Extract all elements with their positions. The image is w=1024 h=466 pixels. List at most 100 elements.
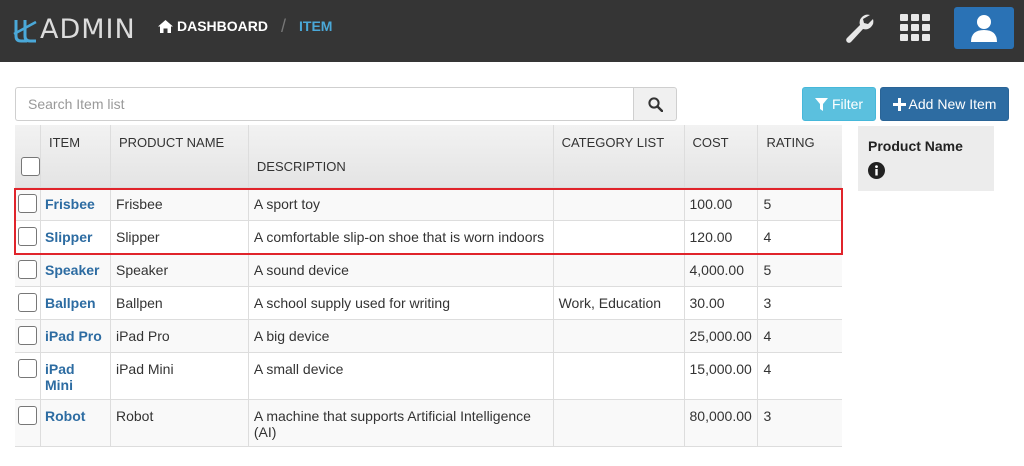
row-checkbox-cell (15, 253, 41, 287)
product-name-cell: Robot (109, 399, 249, 447)
table-row[interactable]: iPad Pro iPad Pro A big device 25,000.00… (15, 319, 842, 353)
row-checkbox[interactable] (18, 259, 37, 279)
category-cell (552, 187, 684, 221)
user-icon (971, 15, 997, 42)
row-checkbox-cell (15, 286, 41, 320)
description-cell: A sport toy (247, 187, 554, 221)
settings-button[interactable] (843, 12, 875, 49)
table-row[interactable]: Robot Robot A machine that supports Arti… (15, 399, 842, 447)
rating-cell: 4 (757, 319, 842, 353)
item-link[interactable]: Speaker (40, 253, 111, 287)
category-cell: Work, Education (552, 286, 684, 320)
table-header-row: ITEM PRODUCT NAME DESCRIPTION CATEGORY L… (15, 125, 842, 188)
side-panel-title: Product Name (868, 138, 963, 154)
app-logo[interactable]: ADMIN (12, 12, 136, 46)
breadcrumb: DASHBOARD / ITEM (158, 16, 332, 36)
row-checkbox[interactable] (18, 292, 37, 312)
product-name-cell: Speaker (109, 253, 249, 287)
row-checkbox[interactable] (18, 325, 37, 345)
column-header-description[interactable]: DESCRIPTION (247, 125, 554, 188)
add-new-item-label: Add New Item (908, 96, 997, 112)
column-header-cost[interactable]: COST (683, 125, 758, 188)
apps-grid-button[interactable] (900, 14, 930, 47)
description-cell: A sound device (247, 253, 554, 287)
search-bar (15, 87, 677, 121)
select-all-cell (15, 125, 41, 188)
breadcrumb-dashboard[interactable]: DASHBOARD (158, 18, 268, 34)
item-link[interactable]: Ballpen (40, 286, 111, 320)
rating-cell: 5 (757, 187, 842, 221)
row-checkbox-cell (15, 319, 41, 353)
description-cell: A small device (247, 352, 554, 400)
cost-cell: 80,000.00 (683, 399, 758, 447)
category-cell (552, 220, 684, 254)
search-button[interactable] (633, 87, 677, 121)
product-name-cell: Frisbee (109, 187, 249, 221)
product-name-cell: iPad Mini (109, 352, 249, 400)
table-row[interactable]: iPad Mini iPad Mini A small device 15,00… (15, 352, 842, 400)
row-checkbox-cell (15, 187, 41, 221)
item-link[interactable]: iPad Mini (40, 352, 111, 400)
cost-cell: 15,000.00 (683, 352, 758, 400)
wrench-icon (846, 14, 874, 43)
item-link[interactable]: Robot (40, 399, 111, 447)
product-name-cell: Ballpen (109, 286, 249, 320)
cost-cell: 4,000.00 (683, 253, 758, 287)
rating-cell: 4 (757, 220, 842, 254)
rating-cell: 5 (757, 253, 842, 287)
search-icon (647, 96, 663, 112)
breadcrumb-current: ITEM (299, 18, 333, 34)
row-checkbox[interactable] (18, 226, 37, 246)
item-table: ITEM PRODUCT NAME DESCRIPTION CATEGORY L… (15, 125, 842, 447)
rating-cell: 4 (757, 352, 842, 400)
cost-cell: 120.00 (683, 220, 758, 254)
row-checkbox-cell (15, 399, 41, 447)
column-header-rating[interactable]: RATING (757, 125, 842, 188)
user-menu-button[interactable] (954, 7, 1014, 49)
item-link[interactable]: iPad Pro (40, 319, 111, 353)
column-header-product-name[interactable]: PRODUCT NAME (109, 125, 249, 188)
home-icon (158, 19, 173, 33)
category-cell (552, 319, 684, 353)
side-panel: Product Name (858, 126, 994, 191)
info-icon[interactable] (868, 162, 885, 179)
row-checkbox[interactable] (18, 193, 37, 213)
category-cell (552, 253, 684, 287)
grid-icon (900, 14, 930, 41)
logo-icon (13, 20, 37, 43)
filter-button-label: Filter (831, 96, 864, 112)
product-name-cell: iPad Pro (109, 319, 249, 353)
filter-button[interactable]: Filter (802, 87, 876, 121)
top-navbar: ADMIN DASHBOARD / ITEM (0, 0, 1024, 62)
cost-cell: 30.00 (683, 286, 758, 320)
cost-cell: 100.00 (683, 187, 758, 221)
description-cell: A school supply used for writing (247, 286, 554, 320)
description-cell: A big device (247, 319, 554, 353)
rating-cell: 3 (757, 286, 842, 320)
category-cell (552, 352, 684, 400)
table-row[interactable]: Ballpen Ballpen A school supply used for… (15, 286, 842, 320)
item-link[interactable]: Slipper (40, 220, 111, 254)
search-input[interactable] (15, 87, 634, 121)
table-row[interactable]: Slipper Slipper A comfortable slip-on sh… (15, 220, 842, 254)
column-header-category[interactable]: CATEGORY LIST (552, 125, 684, 188)
cost-cell: 25,000.00 (683, 319, 758, 353)
category-cell (552, 399, 684, 447)
item-link[interactable]: Frisbee (40, 187, 111, 221)
breadcrumb-separator: / (281, 15, 287, 36)
logo-text: ADMIN (40, 13, 136, 45)
select-all-checkbox[interactable] (21, 157, 40, 176)
table-row[interactable]: Speaker Speaker A sound device 4,000.00 … (15, 253, 842, 287)
description-cell: A comfortable slip-on shoe that is worn … (247, 220, 554, 254)
plus-icon (892, 97, 906, 111)
filter-icon (814, 97, 828, 111)
row-checkbox-cell (15, 352, 41, 400)
table-row[interactable]: Frisbee Frisbee A sport toy 100.00 5 (15, 187, 842, 221)
breadcrumb-dashboard-label: DASHBOARD (177, 18, 268, 34)
add-new-item-button[interactable]: Add New Item (880, 87, 1009, 121)
row-checkbox-cell (15, 220, 41, 254)
description-cell: A machine that supports Artificial Intel… (247, 399, 554, 447)
row-checkbox[interactable] (18, 405, 37, 425)
row-checkbox[interactable] (18, 358, 37, 378)
column-header-item[interactable]: ITEM (40, 125, 111, 188)
